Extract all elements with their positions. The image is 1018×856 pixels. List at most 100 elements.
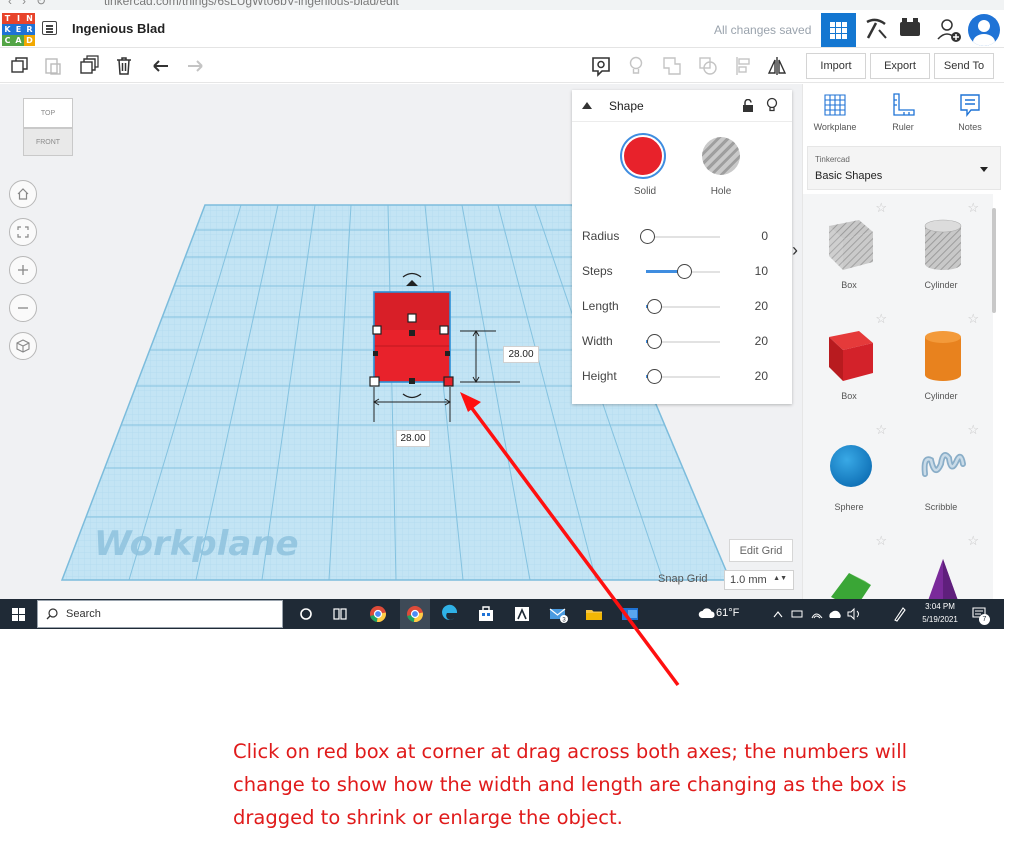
redo-icon[interactable] bbox=[184, 55, 206, 77]
design-title[interactable]: Ingenious Blad bbox=[72, 21, 165, 36]
home-view-button[interactable] bbox=[9, 180, 37, 208]
file-explorer-icon[interactable] bbox=[584, 604, 604, 624]
brick-icon[interactable] bbox=[900, 18, 920, 36]
add-user-icon[interactable] bbox=[936, 17, 962, 43]
paste-icon[interactable] bbox=[42, 55, 64, 77]
logo-letter: E bbox=[13, 24, 24, 35]
note-icon[interactable] bbox=[590, 55, 612, 77]
duplicate-icon[interactable] bbox=[78, 55, 100, 77]
collapse-icon[interactable] bbox=[582, 102, 592, 109]
viewcube-top[interactable]: TOP bbox=[23, 98, 73, 128]
shape-scribble[interactable]: ☆ Scribble bbox=[895, 416, 987, 526]
zoom-in-icon bbox=[18, 265, 28, 275]
mirror-icon[interactable] bbox=[766, 55, 788, 77]
viewcube-front[interactable]: FRONT bbox=[23, 128, 73, 156]
ungroup-icon[interactable] bbox=[697, 55, 719, 77]
outlook-icon[interactable] bbox=[620, 604, 640, 624]
shape-box-hole[interactable]: ☆ Box bbox=[803, 194, 895, 304]
lightbulb-icon[interactable] bbox=[766, 97, 778, 113]
clock-date[interactable]: 5/19/2021 bbox=[914, 615, 966, 624]
shape-name: Sphere bbox=[834, 502, 864, 512]
property-label: Width bbox=[582, 334, 613, 348]
align-icon[interactable] bbox=[733, 55, 755, 77]
shape-sphere[interactable]: ☆ Sphere bbox=[803, 416, 895, 526]
group-icon[interactable] bbox=[661, 55, 683, 77]
zoom-in-button[interactable] bbox=[9, 256, 37, 284]
copy-icon[interactable] bbox=[9, 55, 31, 77]
chrome-icon[interactable] bbox=[368, 604, 388, 624]
export-button[interactable]: Export bbox=[870, 53, 930, 79]
caption-line-3: dragged to shrink or enlarge the object. bbox=[233, 806, 623, 829]
ruler-tool-label: Ruler bbox=[892, 122, 914, 132]
length-dimension-label[interactable]: 28.00 bbox=[503, 346, 539, 363]
snap-grid-select[interactable]: 1.0 mm ▲▼ bbox=[724, 570, 794, 590]
unlock-icon[interactable] bbox=[742, 99, 754, 112]
width-dimension-label[interactable]: 28.00 bbox=[396, 430, 430, 447]
property-value[interactable]: 20 bbox=[755, 299, 768, 313]
sphere-icon bbox=[830, 445, 872, 487]
send-to-button[interactable]: Send To bbox=[934, 53, 994, 79]
slider-knob[interactable] bbox=[647, 334, 663, 349]
avatar[interactable] bbox=[968, 14, 1000, 46]
windows-start-icon[interactable] bbox=[12, 608, 25, 621]
chrome-active-tab-icon[interactable] bbox=[400, 599, 430, 629]
tinkercad-logo[interactable]: TINKERCAD bbox=[2, 13, 35, 46]
shape-cylinder-hole[interactable]: ☆ Cylinder bbox=[895, 194, 987, 304]
shape-box[interactable]: ☆ Box bbox=[803, 305, 895, 415]
solid-color-button[interactable] bbox=[622, 135, 664, 177]
browser-address-bar[interactable]: ‹›↻ tinkercad.com/things/6sLUgWt06bV-ing… bbox=[0, 0, 1004, 10]
design-menu-icon[interactable] bbox=[42, 21, 57, 35]
clock-time[interactable]: 3:04 PM bbox=[920, 602, 960, 611]
slider-track[interactable] bbox=[646, 236, 720, 238]
hole-button[interactable] bbox=[702, 137, 740, 175]
slider-knob[interactable] bbox=[640, 229, 655, 244]
workplane-tool-label: Workplane bbox=[813, 122, 857, 132]
workplane-tool-button[interactable]: Workplane bbox=[803, 92, 867, 132]
shape-roof[interactable]: ☆ bbox=[803, 527, 895, 599]
system-tray-icons[interactable] bbox=[772, 607, 868, 621]
box-hole-icon bbox=[829, 220, 873, 270]
perspective-button[interactable] bbox=[9, 332, 37, 360]
selected-box-shape[interactable] bbox=[373, 291, 451, 383]
fit-view-icon bbox=[17, 226, 29, 238]
shapes-panel: Workplane Ruler Notes Tinkercad Basic Sh… bbox=[802, 84, 1004, 599]
property-value[interactable]: 10 bbox=[755, 264, 768, 278]
store-icon[interactable] bbox=[476, 604, 496, 624]
browser-url[interactable]: tinkercad.com/things/6sLUgWt06bV-ingenio… bbox=[104, 0, 399, 8]
ruler-icon bbox=[893, 93, 915, 116]
property-label: Length bbox=[582, 299, 619, 313]
import-button[interactable]: Import bbox=[806, 53, 866, 79]
pickaxe-icon[interactable] bbox=[864, 18, 888, 40]
screenshot-stage: ‹›↻ tinkercad.com/things/6sLUgWt06bV-ing… bbox=[0, 0, 1018, 856]
cortana-icon[interactable] bbox=[296, 604, 316, 624]
undo-icon[interactable] bbox=[150, 55, 172, 77]
shapes-scrollbar[interactable] bbox=[992, 208, 996, 313]
notes-tool-button[interactable]: Notes bbox=[938, 92, 1002, 132]
property-value[interactable]: 20 bbox=[755, 334, 768, 348]
weather-temp[interactable]: 61°F bbox=[716, 607, 739, 619]
shape-cylinder[interactable]: ☆ Cylinder bbox=[895, 305, 987, 415]
edit-grid-button[interactable]: Edit Grid bbox=[729, 539, 793, 562]
property-value[interactable]: 20 bbox=[755, 369, 768, 383]
workplane-icon bbox=[824, 94, 846, 116]
ruler-tool-button[interactable]: Ruler bbox=[871, 92, 935, 132]
property-value[interactable]: 0 bbox=[761, 229, 768, 243]
fit-view-button[interactable] bbox=[9, 218, 37, 246]
zoom-out-button[interactable] bbox=[9, 294, 37, 322]
kindle-icon[interactable] bbox=[512, 604, 532, 624]
shape-cone[interactable]: ☆ bbox=[895, 527, 987, 599]
slider-knob[interactable] bbox=[647, 369, 663, 384]
taskbar-search-box[interactable]: Search bbox=[37, 600, 283, 628]
3d-view-icon[interactable] bbox=[821, 13, 856, 47]
slider-knob[interactable] bbox=[677, 264, 692, 279]
slider-knob[interactable] bbox=[647, 299, 663, 314]
shape-name: Box bbox=[841, 391, 857, 401]
edge-icon[interactable] bbox=[440, 604, 460, 624]
browser-nav-icons[interactable]: ‹›↻ bbox=[8, 0, 56, 8]
pen-icon[interactable] bbox=[893, 606, 907, 622]
task-view-icon[interactable] bbox=[330, 604, 350, 624]
mail-icon[interactable]: 3 bbox=[548, 604, 568, 624]
lightbulb-icon[interactable] bbox=[625, 55, 647, 77]
shape-library-dropdown[interactable]: Tinkercad Basic Shapes bbox=[807, 146, 1001, 190]
trash-icon[interactable] bbox=[113, 55, 135, 77]
